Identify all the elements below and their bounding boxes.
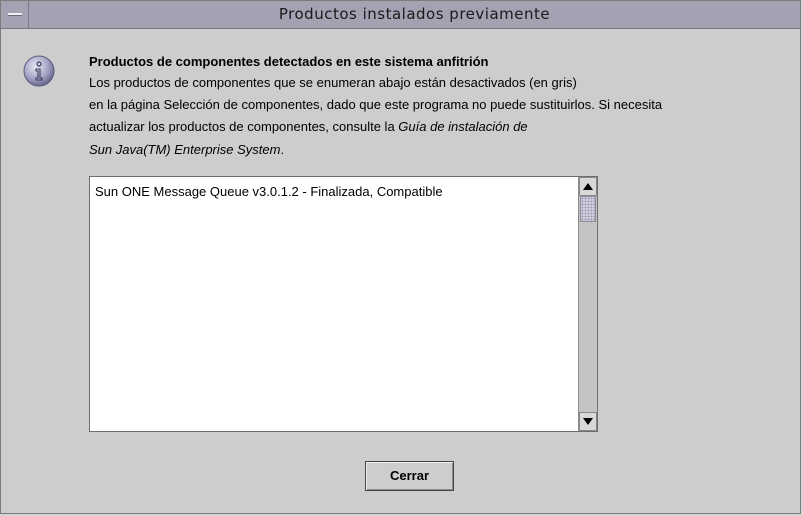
- info-icon: [23, 55, 55, 87]
- product-list[interactable]: Sun ONE Message Queue v3.0.1.2 - Finaliz…: [89, 176, 598, 432]
- window-menu-icon[interactable]: [1, 1, 29, 28]
- scroll-up-button[interactable]: [579, 177, 597, 196]
- message-heading: Productos de componentes detectados en e…: [89, 54, 489, 69]
- dialog-window: Productos instalados previamente Product…: [0, 0, 801, 514]
- list-item[interactable]: Sun ONE Message Queue v3.0.1.2 - Finaliz…: [95, 184, 443, 199]
- scroll-thumb[interactable]: [580, 196, 596, 222]
- message-line-1: Los productos de componentes que se enum…: [89, 75, 577, 90]
- guide-title: Guía de instalación de: [398, 119, 528, 134]
- title-bar[interactable]: Productos instalados previamente: [1, 1, 800, 29]
- dialog-content: Productos de componentes detectados en e…: [1, 29, 800, 513]
- message-line-3: actualizar los productos de componentes,…: [89, 119, 528, 134]
- scroll-down-button[interactable]: [579, 412, 597, 431]
- message-line-3-text: actualizar los productos de componentes,…: [89, 119, 399, 134]
- message-line-2: en la página Selección de componentes, d…: [89, 97, 663, 112]
- close-button[interactable]: Cerrar: [365, 461, 454, 491]
- message-line-4: Sun Java(TM) Enterprise System.: [89, 142, 284, 157]
- product-name: Sun Java(TM) Enterprise System: [89, 142, 281, 157]
- list-scrollbar[interactable]: [578, 177, 597, 431]
- arrow-down-icon: [583, 418, 593, 425]
- arrow-up-icon: [583, 183, 593, 190]
- window-title: Productos instalados previamente: [278, 5, 551, 23]
- message-line-4-suffix: .: [280, 142, 285, 157]
